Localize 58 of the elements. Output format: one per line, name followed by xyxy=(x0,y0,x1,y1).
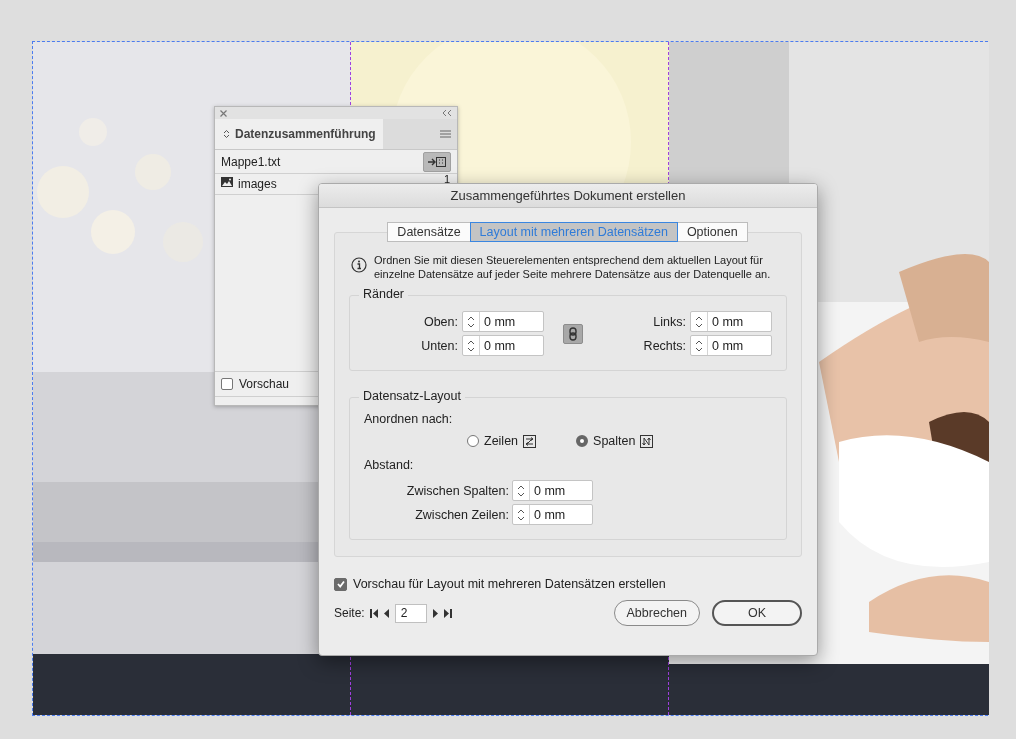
checkbox-label: Vorschau xyxy=(239,377,290,391)
field-count: 1 xyxy=(443,175,450,184)
previous-page-icon[interactable] xyxy=(383,608,390,618)
field-label: Links: xyxy=(652,314,686,329)
radio-label: Zeilen xyxy=(484,434,519,448)
checkbox[interactable] xyxy=(334,577,347,591)
close-icon[interactable] xyxy=(220,109,227,117)
stepper-icon[interactable] xyxy=(467,338,475,353)
up-down-arrows-icon[interactable] xyxy=(223,129,230,139)
number-field[interactable]: 0 mm xyxy=(690,335,772,356)
checkbox-label: Vorschau für Layout mit mehreren Datensätzen erstellen xyxy=(353,577,666,591)
field-label: Unten: xyxy=(420,338,458,353)
insert-field-icon xyxy=(428,155,446,168)
number-field[interactable]: 0 mm xyxy=(462,335,544,356)
last-page-icon[interactable] xyxy=(442,608,452,618)
image-icon xyxy=(221,177,233,187)
field-label: Rechts: xyxy=(642,338,686,353)
data-source-name: Mappe1.txt xyxy=(221,154,281,169)
panel-title: Datenzusammenführung xyxy=(235,127,376,141)
dialog-title: Zusammengeführtes Dokument erstellen xyxy=(450,188,686,203)
rows-order-icon xyxy=(523,434,537,448)
number-field[interactable]: 0 mm xyxy=(512,504,593,525)
group-title: Ränder xyxy=(359,287,408,301)
collapse-icon[interactable] xyxy=(443,110,452,116)
radio-button[interactable] xyxy=(467,435,479,447)
insert-field-button[interactable] xyxy=(423,151,451,172)
section-label: Anordnen nach: xyxy=(364,412,454,426)
group-title: Datensatz-Layout xyxy=(359,389,465,403)
stepper-icon[interactable] xyxy=(517,507,525,522)
info-text: Ordnen Sie mit diesen Steuerelementen entsprechend dem aktuellen Layout für einzelne Datensätze auf jeder Seite mehrere Datensätze aus der Datenquelle an. xyxy=(374,253,772,281)
first-page-icon[interactable] xyxy=(369,608,379,618)
cancel-button[interactable]: Abbrechen xyxy=(613,600,700,626)
panel-tab[interactable]: Datenzusammenführung xyxy=(215,119,383,149)
tab[interactable]: Optionen xyxy=(676,222,748,242)
field-label: Oben: xyxy=(422,314,458,329)
checkbox[interactable] xyxy=(221,378,233,390)
radio-label: Spalten xyxy=(593,434,636,448)
number-field[interactable]: 0 mm xyxy=(690,311,772,332)
ok-button[interactable]: OK xyxy=(712,600,802,626)
field-label: Zwischen Zeilen: xyxy=(414,507,509,522)
page-label: Seite: xyxy=(334,606,365,620)
stepper-icon[interactable] xyxy=(517,483,525,498)
number-field[interactable]: 0 mm xyxy=(512,480,593,501)
stepper-icon[interactable] xyxy=(467,314,475,329)
field-name[interactable]: images xyxy=(238,177,277,191)
info-icon xyxy=(351,257,367,273)
stepper-icon[interactable] xyxy=(695,338,703,353)
chain-link-button[interactable] xyxy=(563,323,583,344)
next-page-icon[interactable] xyxy=(431,608,438,618)
page-number-field[interactable]: 2 xyxy=(394,603,427,623)
section-label: Abstand: xyxy=(364,458,415,472)
radio-button[interactable] xyxy=(576,435,589,447)
columns-order-icon xyxy=(640,434,654,448)
tab[interactable]: Datensätze xyxy=(387,222,471,242)
stepper-icon[interactable] xyxy=(695,314,703,329)
field-label: Zwischen Spalten: xyxy=(405,483,509,498)
chain-link-icon xyxy=(569,326,577,341)
number-field[interactable]: 0 mm xyxy=(462,311,544,332)
